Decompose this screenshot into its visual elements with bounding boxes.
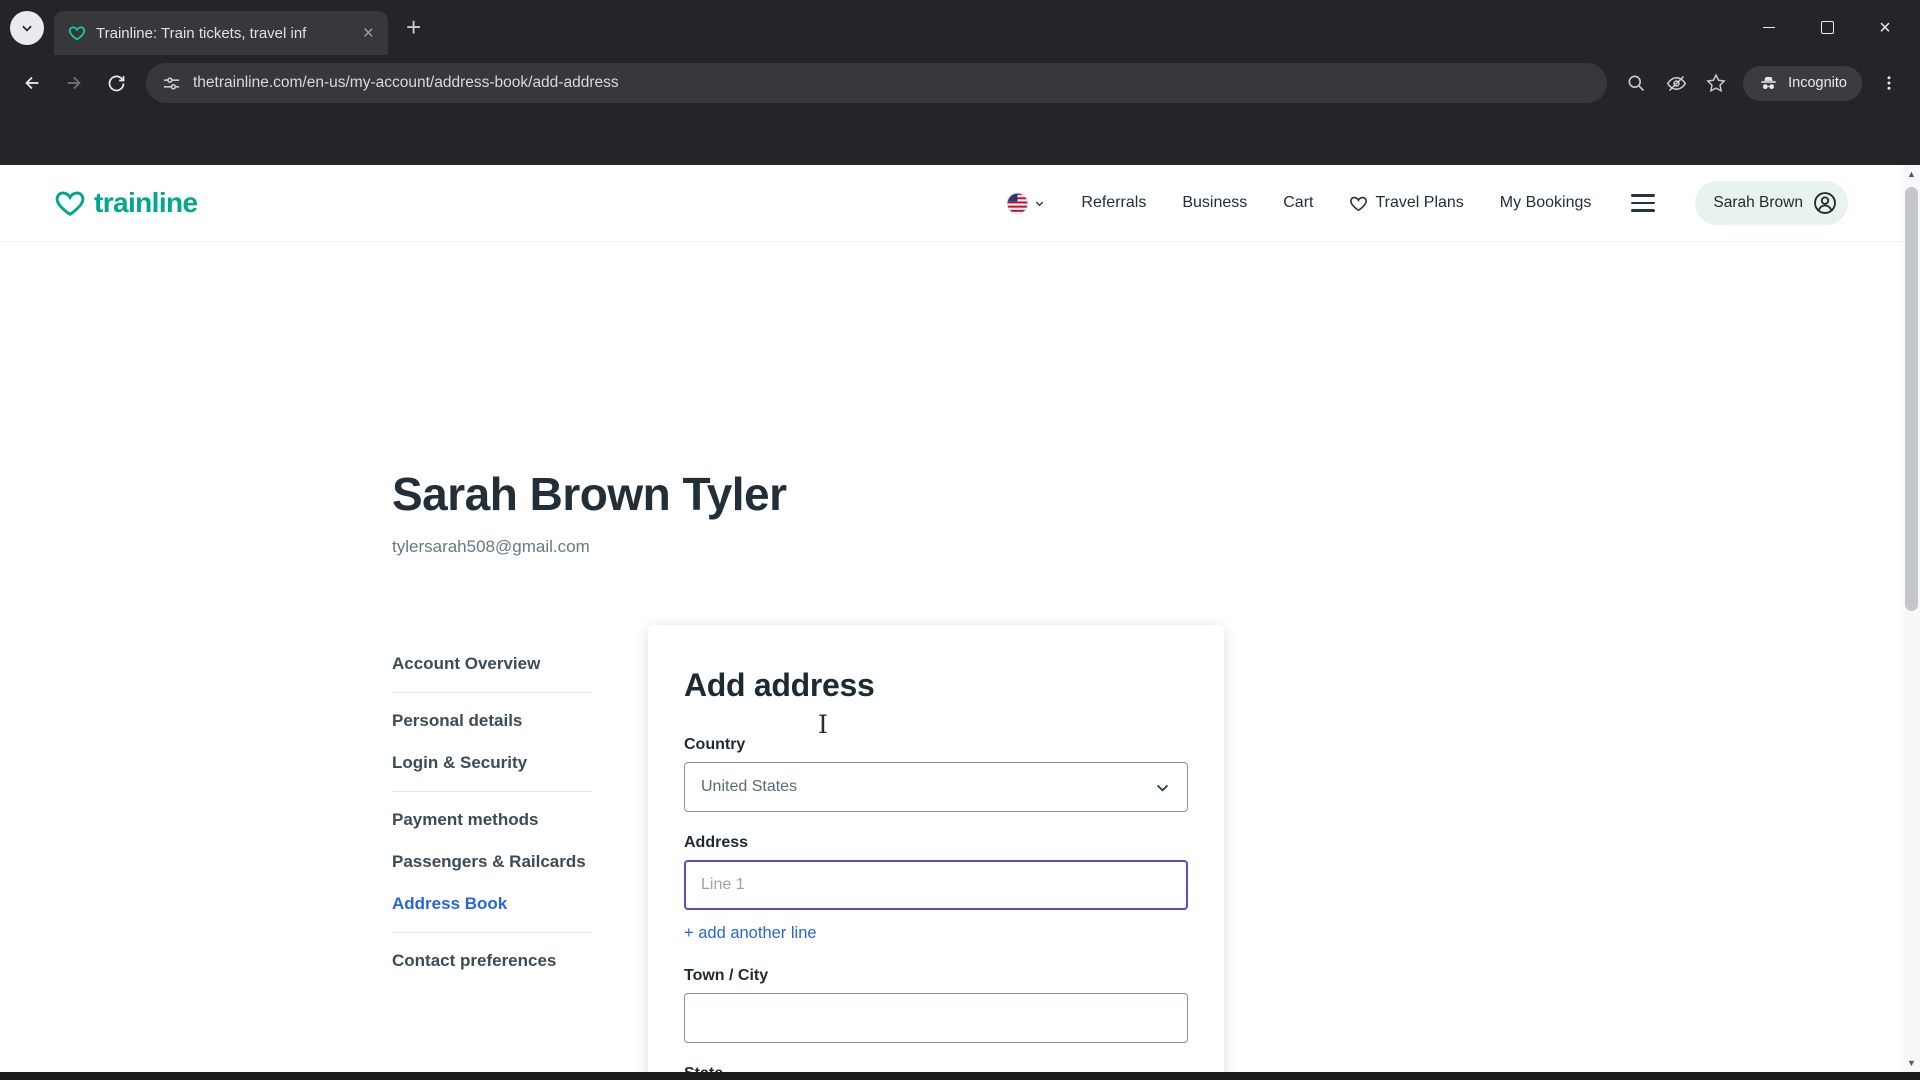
kebab-menu-icon [1880, 74, 1898, 92]
search-zoom-button[interactable] [1617, 64, 1655, 102]
town-city-input[interactable] [684, 993, 1188, 1043]
card-title: Add address [684, 667, 1188, 704]
sidebar-divider [392, 932, 592, 933]
account-name: Sarah Brown [1713, 194, 1803, 212]
browser-tab[interactable]: Trainline: Train tickets, travel inf × [54, 11, 388, 55]
us-flag-icon [1006, 192, 1029, 215]
nav-cart[interactable]: Cart [1283, 194, 1313, 212]
tab-title: Trainline: Train tickets, travel inf [96, 25, 349, 42]
chevron-down-icon [20, 21, 34, 35]
state-label: State [684, 1065, 1188, 1072]
trainline-favicon [68, 24, 86, 42]
add-another-line-link[interactable]: + add another line [684, 924, 817, 943]
account-icon [1812, 190, 1838, 216]
scrollbar-thumb[interactable] [1905, 187, 1918, 611]
close-icon: × [1879, 18, 1891, 38]
scroll-up-icon[interactable]: ▲ [1903, 165, 1920, 183]
sidebar-item-contact-preferences[interactable]: Contact preferences [392, 940, 592, 982]
close-button[interactable]: × [1856, 0, 1914, 55]
maximize-icon [1821, 21, 1834, 34]
add-address-card: Add address Country United States Addres… [648, 625, 1224, 1072]
account-sidebar: Account Overview Personal details Login … [392, 643, 592, 982]
tab-search-button[interactable] [10, 11, 44, 45]
minimize-button[interactable] [1740, 0, 1798, 55]
account-button[interactable]: Sarah Brown [1695, 181, 1848, 225]
site-nav: Referrals Business Cart Travel Plans My … [1006, 181, 1848, 225]
nav-my-bookings[interactable]: My Bookings [1500, 194, 1592, 212]
address-bar[interactable]: thetrainline.com/en-us/my-account/addres… [146, 63, 1607, 103]
back-icon [21, 72, 43, 94]
page-title: Sarah Brown Tyler [392, 467, 787, 521]
tab-close-icon[interactable]: × [359, 22, 378, 45]
sidebar-divider [392, 791, 592, 792]
tab-strip: Trainline: Train tickets, travel inf × +… [0, 0, 1920, 55]
screen: Trainline: Train tickets, travel inf × +… [0, 0, 1920, 1080]
brand-name: trainline [94, 187, 198, 219]
forward-icon [63, 72, 85, 94]
sidebar-item-login-security[interactable]: Login & Security [392, 742, 592, 784]
reload-icon [106, 73, 127, 94]
incognito-icon [1758, 73, 1779, 94]
incognito-label: Incognito [1788, 75, 1847, 91]
sidebar-item-passengers-railcards[interactable]: Passengers & Railcards [392, 841, 592, 883]
incognito-badge: Incognito [1743, 66, 1862, 101]
chevron-down-icon [1034, 198, 1045, 209]
trainline-logo[interactable]: trainline [54, 187, 198, 219]
minimize-icon [1763, 27, 1775, 28]
browser-menu-button[interactable] [1870, 64, 1908, 102]
town-city-label: Town / City [684, 967, 1188, 985]
sidebar-item-account-overview[interactable]: Account Overview [392, 643, 592, 685]
nav-travel-plans[interactable]: Travel Plans [1349, 194, 1463, 213]
address-line1-input[interactable] [684, 860, 1188, 910]
back-button[interactable] [12, 63, 52, 103]
window-controls: × [1740, 0, 1914, 55]
bookmark-button[interactable] [1697, 64, 1735, 102]
country-select[interactable]: United States [684, 762, 1188, 812]
trainline-logo-icon [54, 187, 86, 219]
nav-business[interactable]: Business [1182, 194, 1247, 212]
forward-button[interactable] [54, 63, 94, 103]
chevron-down-icon [1154, 779, 1171, 796]
search-icon [1626, 73, 1646, 93]
country-value: United States [701, 778, 797, 796]
eye-off-icon [1666, 73, 1687, 94]
profile-email: tylersarah508@gmail.com [392, 537, 787, 557]
site-header: trainline [0, 165, 1920, 242]
bottom-edge-bar [0, 1072, 1920, 1080]
menu-button[interactable] [1627, 190, 1659, 215]
password-reveal-button[interactable] [1657, 64, 1695, 102]
sidebar-divider [392, 692, 592, 693]
country-label: Country [684, 736, 1188, 754]
sidebar-item-personal-details[interactable]: Personal details [392, 700, 592, 742]
web-page: trainline [0, 165, 1920, 1072]
bookmark-star-icon [1706, 73, 1726, 93]
menu-icon [1631, 194, 1655, 196]
heart-icon [1349, 194, 1368, 213]
browser-toolbar: thetrainline.com/en-us/my-account/addres… [0, 55, 1920, 111]
scroll-down-icon[interactable]: ▼ [1903, 1054, 1920, 1072]
nav-referrals[interactable]: Referrals [1081, 194, 1146, 212]
url-text: thetrainline.com/en-us/my-account/addres… [193, 74, 619, 92]
sidebar-item-payment-methods[interactable]: Payment methods [392, 799, 592, 841]
browser-chrome: Trainline: Train tickets, travel inf × +… [0, 0, 1920, 165]
profile-heading: Sarah Brown Tyler tylersarah508@gmail.co… [392, 467, 787, 557]
language-selector[interactable] [1006, 192, 1045, 215]
site-settings-icon [162, 74, 181, 93]
page-scrollbar[interactable]: ▲ ▼ [1903, 165, 1920, 1072]
maximize-button[interactable] [1798, 0, 1856, 55]
new-tab-button[interactable]: + [400, 11, 427, 44]
sidebar-item-address-book[interactable]: Address Book [392, 883, 592, 925]
reload-button[interactable] [96, 63, 136, 103]
address-label: Address [684, 834, 1188, 852]
